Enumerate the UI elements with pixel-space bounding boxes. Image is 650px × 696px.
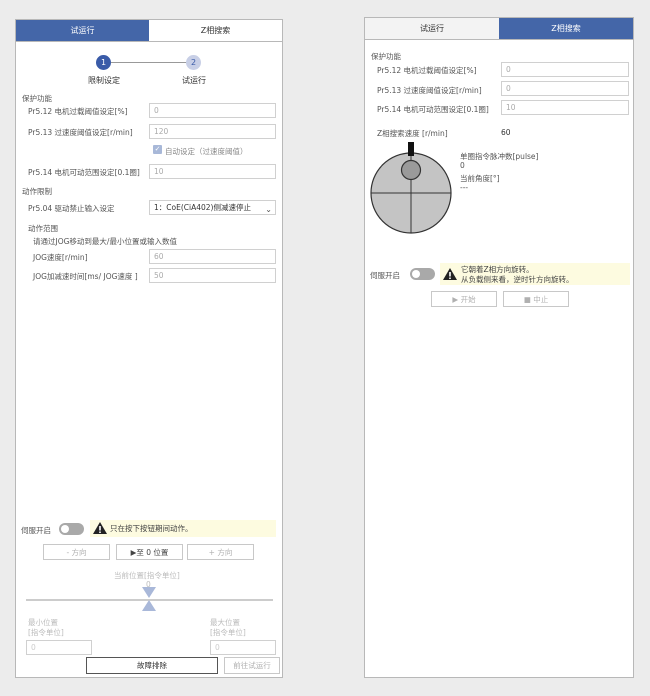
motor-dial-icon: [370, 142, 452, 234]
chevron-down-icon: ⌄: [265, 205, 272, 214]
tab-trial-run[interactable]: 试运行: [16, 20, 149, 41]
range-field[interactable]: 10: [149, 164, 276, 179]
pulse-value: 0: [460, 161, 465, 170]
range-label: Pr5.14 电机可动范围设定[0.1圈]: [28, 168, 140, 177]
limit-title: 动作限制: [22, 187, 52, 196]
range-label: Pr5.14 电机可动范围设定[0.1圈]: [377, 105, 489, 114]
overload-field[interactable]: 0: [501, 62, 629, 77]
overspeed-field[interactable]: 120: [149, 124, 276, 139]
warning-text: 只在按下按钮期间动作。: [110, 524, 193, 533]
overspeed-label: Pr5.13 过速度阈值设定[r/min]: [28, 128, 133, 137]
plus-direction-button[interactable]: + 方向: [187, 544, 254, 560]
auto-checkbox[interactable]: ✓: [153, 145, 162, 154]
max-position-field[interactable]: 0: [210, 640, 276, 655]
protection-title: 保护功能: [22, 94, 52, 103]
minus-direction-button[interactable]: - 方向: [43, 544, 110, 560]
range-hint: 请通过JOG移动到最大/最小位置或输入数值: [33, 237, 177, 246]
auto-setting-label: 自动设定（过速度阈值）: [165, 147, 248, 156]
tab-trial-run[interactable]: 试运行: [365, 18, 499, 39]
jog-speed-field[interactable]: 60: [149, 249, 276, 264]
warning-box: 只在按下按钮期间动作。: [90, 520, 276, 537]
overload-label: Pr5.12 电机过载阈值设定[%]: [28, 107, 128, 116]
servo-on-label: 伺服开启: [370, 271, 400, 280]
warning-icon: [93, 522, 107, 534]
range-title: 动作范围: [28, 224, 58, 233]
step-1-circle: 1: [96, 55, 111, 70]
max-position-unit: [指令单位]: [210, 628, 246, 637]
tab-z-search[interactable]: Z相搜索: [499, 18, 633, 39]
pulse-label: 单圈指令脉冲数[pulse]: [460, 152, 539, 161]
step-2-label: 试运行: [182, 76, 206, 85]
tab-z-search[interactable]: Z相搜索: [149, 20, 282, 41]
tab-bar: 试运行 Z相搜索: [16, 20, 282, 42]
goto-zero-button[interactable]: ▶至 0 位置: [116, 544, 183, 560]
warning-box: 它朝着Z相方向旋转。 从负载侧来看，逆时针方向旋转。: [440, 263, 630, 285]
warning-text-2: 从负载侧来看，逆时针方向旋转。: [461, 275, 574, 284]
step-2-circle: 2: [186, 55, 201, 70]
servo-toggle[interactable]: [410, 268, 435, 280]
z-search-speed-label: Z相搜索速度 [r/min]: [377, 129, 448, 138]
overload-field[interactable]: 0: [149, 103, 276, 118]
go-trial-run-button[interactable]: 前往试运行: [224, 657, 280, 674]
step-1-label: 限制设定: [88, 76, 120, 85]
z-search-panel: 试运行 Z相搜索 保护功能 Pr5.12 电机过载阈值设定[%] 0 Pr5.1…: [364, 17, 634, 678]
drive-inhibit-label: Pr5.04 驱动禁止输入设定: [28, 204, 115, 213]
overspeed-field[interactable]: 0: [501, 81, 629, 96]
jog-speed-label: JOG速度[r/min]: [33, 253, 88, 262]
stepper-line: [111, 62, 194, 63]
range-field[interactable]: 10: [501, 100, 629, 115]
trial-run-panel: 试运行 Z相搜索 1 2 限制设定 试运行 保护功能 Pr5.12 电机过载阈值…: [15, 19, 283, 678]
jog-acc-field[interactable]: 50: [149, 268, 276, 283]
overload-label: Pr5.12 电机过载阈值设定[%]: [377, 66, 477, 75]
angle-value: ---: [460, 183, 469, 192]
stop-button[interactable]: ■ 中止: [503, 291, 569, 307]
min-position-field[interactable]: 0: [26, 640, 92, 655]
tab-bar: 试运行 Z相搜索: [365, 18, 633, 40]
troubleshoot-button[interactable]: 故障排除: [86, 657, 218, 674]
min-position-unit: [指令单位]: [28, 628, 64, 637]
start-button[interactable]: ▶ 开始: [431, 291, 497, 307]
protection-title: 保护功能: [371, 52, 401, 61]
servo-on-label: 伺服开启: [21, 526, 51, 535]
z-search-speed-value: 60: [501, 128, 511, 137]
servo-toggle[interactable]: [59, 523, 84, 535]
drive-inhibit-select[interactable]: 1：CoE(CiA402)侧减速停止 ⌄: [149, 200, 276, 215]
overspeed-label: Pr5.13 过速度阈值设定[r/min]: [377, 86, 482, 95]
jog-acc-label: JOG加减速时间[ms/ JOG速度 ]: [33, 272, 138, 281]
warning-icon: [443, 268, 457, 280]
position-marker-icon[interactable]: [141, 586, 157, 612]
drive-inhibit-value: 1：CoE(CiA402)侧减速停止: [154, 203, 251, 212]
